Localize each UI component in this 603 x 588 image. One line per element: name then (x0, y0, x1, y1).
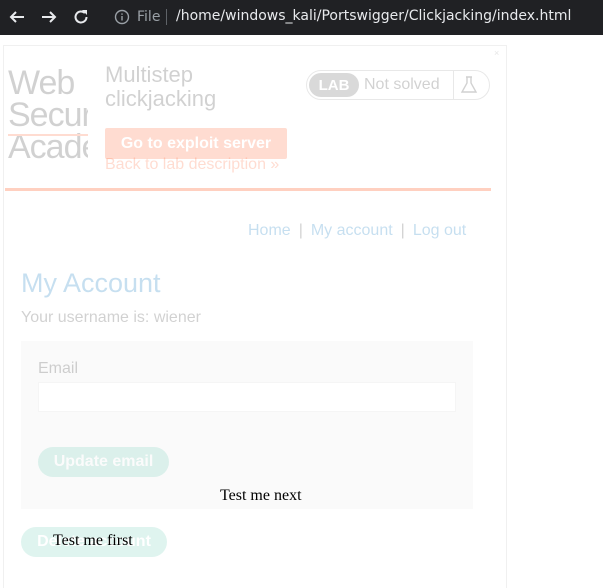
info-icon[interactable] (114, 9, 130, 25)
page-title: My Account (21, 268, 161, 298)
close-icon: × (494, 48, 500, 58)
badge-divider (453, 71, 454, 99)
decoy-test-me-first[interactable]: Test me first (53, 532, 133, 550)
logo-underline (8, 134, 88, 136)
email-field[interactable] (38, 382, 456, 412)
exploit-server-button[interactable]: Go to exploit server (105, 128, 287, 159)
url-text[interactable]: /home/windows_kali/Portswigger/Clickjack… (176, 8, 571, 24)
reload-icon (74, 10, 88, 24)
email-label: Email (38, 360, 79, 377)
forward-button[interactable] (36, 4, 62, 30)
academy-logo[interactable]: Web Security Academy (8, 65, 88, 179)
update-email-button[interactable]: Update email (38, 447, 169, 477)
nav-home-link[interactable]: Home (248, 222, 291, 239)
browser-toolbar: File /home/windows_kali/Portswigger/Clic… (0, 0, 603, 35)
forward-arrow-icon (42, 11, 57, 23)
lab-status-text: Not solved (364, 76, 440, 93)
back-button[interactable] (4, 4, 30, 30)
decoy-test-me-next[interactable]: Test me next (220, 487, 302, 505)
lab-status-badge: LAB Not solved (306, 70, 490, 100)
omnibox-separator (166, 9, 167, 25)
back-arrow-icon (9, 11, 24, 23)
reload-button[interactable] (68, 4, 94, 30)
top-nav: Home | My account | Log out (248, 222, 466, 240)
nav-divider: | (400, 222, 405, 239)
nav-my-account-link[interactable]: My account (311, 222, 393, 239)
email-form-panel (21, 341, 473, 509)
header-divider (5, 188, 491, 191)
lab-title: Multistep clickjacking (105, 62, 217, 111)
address-bar[interactable]: File /home/windows_kali/Portswigger/Clic… (104, 2, 603, 32)
file-label: File (137, 9, 161, 25)
logo-text: Web Security Academy (8, 65, 88, 166)
flask-icon (460, 76, 478, 93)
username-text: Your username is: wiener (21, 309, 201, 326)
nav-logout-link[interactable]: Log out (413, 222, 466, 239)
back-to-lab-link[interactable]: Back to lab description » (105, 156, 279, 174)
nav-divider: | (298, 222, 303, 239)
lab-tag: LAB (309, 73, 359, 97)
